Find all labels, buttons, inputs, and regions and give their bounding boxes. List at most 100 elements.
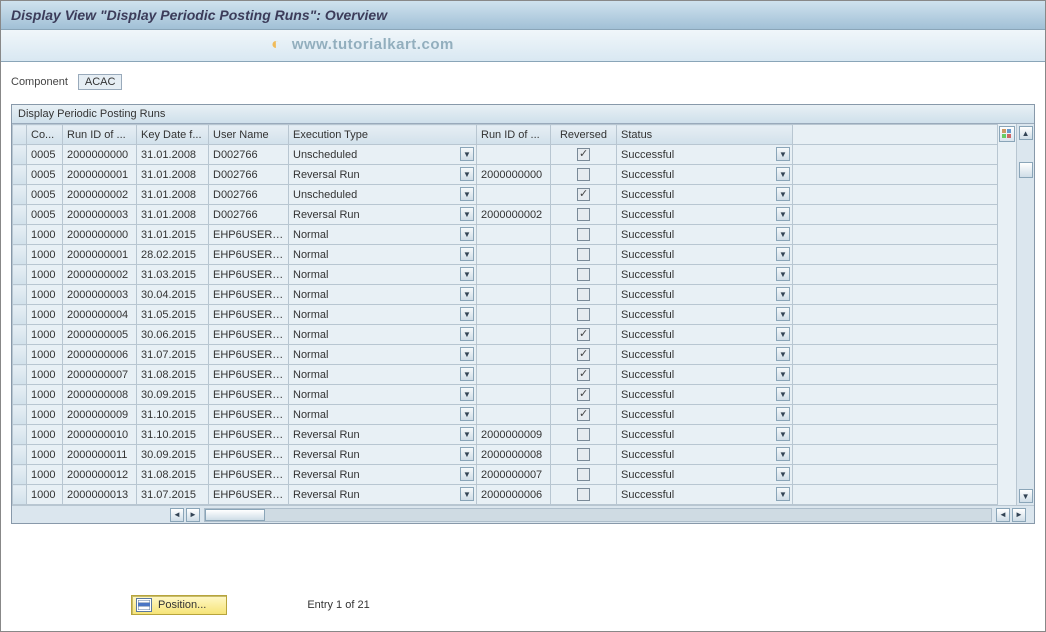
dropdown-icon[interactable]: ▼: [776, 187, 790, 201]
cell-exec-type[interactable]: Unscheduled▼: [289, 185, 477, 205]
reversed-checkbox[interactable]: [577, 448, 590, 461]
table-row[interactable]: 1000200000000128.02.2015EHP6USER210Norma…: [13, 245, 997, 265]
hscroll-right2-button[interactable]: ►: [1012, 508, 1026, 522]
row-selector[interactable]: [13, 465, 27, 485]
header-runid[interactable]: Run ID of ...: [63, 125, 137, 145]
reversed-checkbox[interactable]: [577, 408, 590, 421]
dropdown-icon[interactable]: ▼: [776, 247, 790, 261]
cell-exec-type[interactable]: Reversal Run▼: [289, 445, 477, 465]
cell-exec-type[interactable]: Normal▼: [289, 345, 477, 365]
reversed-checkbox[interactable]: [577, 248, 590, 261]
row-selector[interactable]: [13, 305, 27, 325]
cell-exec-type[interactable]: Normal▼: [289, 245, 477, 265]
cell-exec-type[interactable]: Reversal Run▼: [289, 465, 477, 485]
cell-status[interactable]: Successful▼: [617, 425, 793, 445]
table-row[interactable]: 1000200000000231.03.2015EHP6USER73Normal…: [13, 265, 997, 285]
row-selector[interactable]: [13, 165, 27, 185]
table-row[interactable]: 0005200000000131.01.2008D002766Reversal …: [13, 165, 997, 185]
cell-exec-type[interactable]: Normal▼: [289, 405, 477, 425]
cell-reversed[interactable]: [551, 145, 617, 165]
dropdown-icon[interactable]: ▼: [460, 347, 474, 361]
dropdown-icon[interactable]: ▼: [776, 347, 790, 361]
dropdown-icon[interactable]: ▼: [460, 287, 474, 301]
cell-status[interactable]: Successful▼: [617, 165, 793, 185]
reversed-checkbox[interactable]: [577, 228, 590, 241]
cell-status[interactable]: Successful▼: [617, 465, 793, 485]
reversed-checkbox[interactable]: [577, 188, 590, 201]
reversed-checkbox[interactable]: [577, 208, 590, 221]
hscroll-left2-button[interactable]: ◄: [996, 508, 1010, 522]
row-selector[interactable]: [13, 285, 27, 305]
table-row[interactable]: 1000200000000931.10.2015EHP6USER73Normal…: [13, 405, 997, 425]
cell-reversed[interactable]: [551, 425, 617, 445]
header-keydate[interactable]: Key Date f...: [137, 125, 209, 145]
cell-reversed[interactable]: [551, 465, 617, 485]
cell-exec-type[interactable]: Reversal Run▼: [289, 425, 477, 445]
dropdown-icon[interactable]: ▼: [776, 487, 790, 501]
cell-reversed[interactable]: [551, 205, 617, 225]
cell-exec-type[interactable]: Normal▼: [289, 325, 477, 345]
cell-exec-type[interactable]: Normal▼: [289, 225, 477, 245]
cell-reversed[interactable]: [551, 405, 617, 425]
cell-exec-type[interactable]: Reversal Run▼: [289, 165, 477, 185]
cell-reversed[interactable]: [551, 245, 617, 265]
position-button[interactable]: Position...: [131, 595, 227, 615]
cell-reversed[interactable]: [551, 345, 617, 365]
dropdown-icon[interactable]: ▼: [460, 227, 474, 241]
dropdown-icon[interactable]: ▼: [776, 147, 790, 161]
cell-reversed[interactable]: [551, 325, 617, 345]
header-co[interactable]: Co...: [27, 125, 63, 145]
hscroll-left-button[interactable]: ◄: [170, 508, 184, 522]
header-exec[interactable]: Execution Type: [289, 125, 477, 145]
cell-exec-type[interactable]: Normal▼: [289, 305, 477, 325]
cell-status[interactable]: Successful▼: [617, 285, 793, 305]
dropdown-icon[interactable]: ▼: [776, 367, 790, 381]
header-select[interactable]: [13, 125, 27, 145]
scroll-down-button[interactable]: ▼: [1019, 489, 1033, 503]
cell-exec-type[interactable]: Normal▼: [289, 365, 477, 385]
table-row[interactable]: 1000200000001231.08.2015EHP6USER73Revers…: [13, 465, 997, 485]
row-selector[interactable]: [13, 185, 27, 205]
table-row[interactable]: 1000200000000431.05.2015EHP6USER73Normal…: [13, 305, 997, 325]
row-selector[interactable]: [13, 325, 27, 345]
dropdown-icon[interactable]: ▼: [776, 387, 790, 401]
table-row[interactable]: 1000200000001331.07.2015EHP6USER73Revers…: [13, 485, 997, 505]
cell-status[interactable]: Successful▼: [617, 145, 793, 165]
scroll-thumb[interactable]: [1019, 162, 1033, 178]
cell-exec-type[interactable]: Normal▼: [289, 265, 477, 285]
row-selector[interactable]: [13, 445, 27, 465]
table-row[interactable]: 0005200000000231.01.2008D002766Unschedul…: [13, 185, 997, 205]
row-selector[interactable]: [13, 145, 27, 165]
cell-status[interactable]: Successful▼: [617, 405, 793, 425]
cell-status[interactable]: Successful▼: [617, 265, 793, 285]
horizontal-scrollbar[interactable]: ◄ ► ◄ ►: [12, 505, 1034, 523]
dropdown-icon[interactable]: ▼: [460, 167, 474, 181]
cell-status[interactable]: Successful▼: [617, 185, 793, 205]
dropdown-icon[interactable]: ▼: [776, 447, 790, 461]
header-user[interactable]: User Name: [209, 125, 289, 145]
dropdown-icon[interactable]: ▼: [776, 307, 790, 321]
reversed-checkbox[interactable]: [577, 488, 590, 501]
cell-status[interactable]: Successful▼: [617, 205, 793, 225]
dropdown-icon[interactable]: ▼: [460, 467, 474, 481]
dropdown-icon[interactable]: ▼: [776, 167, 790, 181]
reversed-checkbox[interactable]: [577, 348, 590, 361]
table-row[interactable]: 1000200000000830.09.2015EHP6USER73Normal…: [13, 385, 997, 405]
dropdown-icon[interactable]: ▼: [776, 427, 790, 441]
dropdown-icon[interactable]: ▼: [460, 487, 474, 501]
cell-status[interactable]: Successful▼: [617, 325, 793, 345]
cell-exec-type[interactable]: Normal▼: [289, 285, 477, 305]
reversed-checkbox[interactable]: [577, 368, 590, 381]
cell-reversed[interactable]: [551, 305, 617, 325]
dropdown-icon[interactable]: ▼: [460, 447, 474, 461]
cell-status[interactable]: Successful▼: [617, 305, 793, 325]
dropdown-icon[interactable]: ▼: [460, 207, 474, 221]
table-row[interactable]: 1000200000000330.04.2015EHP6USER73Normal…: [13, 285, 997, 305]
cell-reversed[interactable]: [551, 185, 617, 205]
dropdown-icon[interactable]: ▼: [460, 187, 474, 201]
cell-exec-type[interactable]: Normal▼: [289, 385, 477, 405]
row-selector[interactable]: [13, 365, 27, 385]
row-selector[interactable]: [13, 265, 27, 285]
cell-exec-type[interactable]: Reversal Run▼: [289, 485, 477, 505]
row-selector[interactable]: [13, 425, 27, 445]
